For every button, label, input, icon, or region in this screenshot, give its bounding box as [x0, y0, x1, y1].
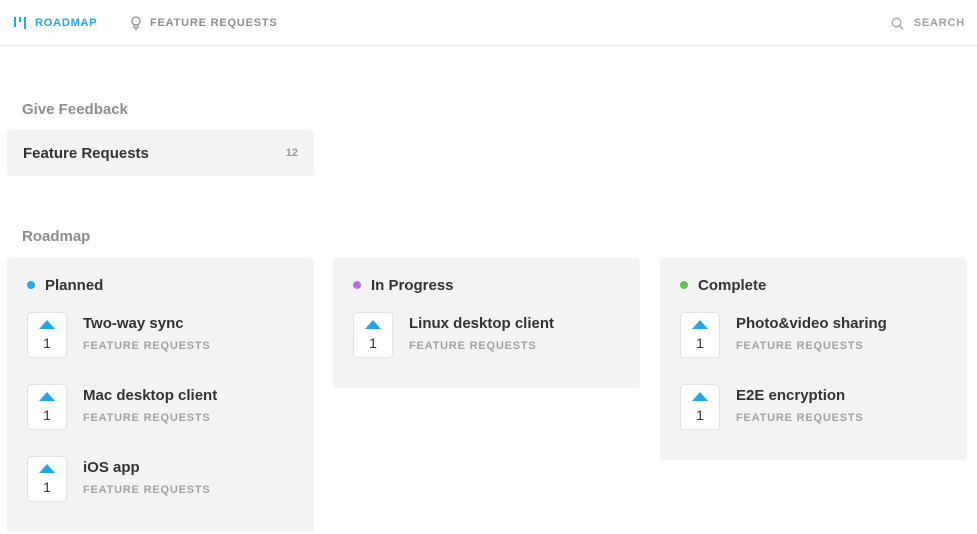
- roadmap-post: 1 iOS app FEATURE REQUESTS: [27, 456, 294, 528]
- post-board: FEATURE REQUESTS: [736, 412, 864, 424]
- upvote-button[interactable]: 1: [680, 312, 720, 358]
- vote-count: 1: [43, 334, 51, 351]
- search-icon: [891, 17, 904, 30]
- give-feedback-heading: Give Feedback: [22, 101, 128, 118]
- roadmap-post: 1 Photo&video sharing FEATURE REQUESTS: [680, 312, 947, 384]
- status-dot-complete: [680, 281, 688, 289]
- upvote-arrow-icon: [39, 463, 55, 473]
- board-post-count: 12: [285, 147, 298, 159]
- top-navigation: ROADMAP FEATURE REQUESTS SEARCH: [0, 0, 977, 46]
- roadmap-post: 1 E2E encryption FEATURE REQUESTS: [680, 384, 947, 456]
- upvote-button[interactable]: 1: [353, 312, 393, 358]
- status-dot-in-progress: [353, 281, 361, 289]
- column-header: Complete: [680, 258, 947, 312]
- post-title[interactable]: Linux desktop client: [409, 315, 554, 332]
- column-title: Planned: [45, 276, 104, 294]
- post-title[interactable]: iOS app: [83, 459, 211, 476]
- lightbulb-icon: [130, 16, 142, 30]
- vote-count: 1: [43, 478, 51, 495]
- roadmap-column-in-progress: In Progress 1 Linux desktop client FEATU…: [333, 258, 640, 388]
- vote-count: 1: [43, 406, 51, 423]
- upvote-arrow-icon: [39, 319, 55, 329]
- nav-feature-requests[interactable]: FEATURE REQUESTS: [130, 0, 278, 46]
- roadmap-icon: [13, 16, 27, 30]
- column-header: Planned: [27, 258, 294, 312]
- upvote-button[interactable]: 1: [680, 384, 720, 430]
- roadmap-heading: Roadmap: [22, 228, 91, 245]
- post-board: FEATURE REQUESTS: [83, 340, 211, 352]
- search-button[interactable]: SEARCH: [891, 0, 965, 46]
- upvote-arrow-icon: [692, 391, 708, 401]
- roadmap-column-complete: Complete 1 Photo&video sharing FEATURE R…: [660, 258, 967, 460]
- post-title[interactable]: Photo&video sharing: [736, 315, 887, 332]
- nav-feature-requests-label: FEATURE REQUESTS: [150, 17, 278, 29]
- post-board: FEATURE REQUESTS: [409, 340, 537, 352]
- upvote-arrow-icon: [692, 319, 708, 329]
- vote-count: 1: [696, 406, 704, 423]
- roadmap-post: 1 Two-way sync FEATURE REQUESTS: [27, 312, 294, 384]
- column-header: In Progress: [353, 258, 620, 312]
- post-title[interactable]: E2E encryption: [736, 387, 864, 404]
- upvote-button[interactable]: 1: [27, 456, 67, 502]
- status-dot-planned: [27, 281, 35, 289]
- search-label: SEARCH: [913, 17, 965, 29]
- vote-count: 1: [696, 334, 704, 351]
- upvote-arrow-icon: [365, 319, 381, 329]
- roadmap-column-planned: Planned 1 Two-way sync FEATURE REQUESTS …: [7, 258, 314, 532]
- roadmap-post: 1 Linux desktop client FEATURE REQUESTS: [353, 312, 620, 384]
- post-title[interactable]: Mac desktop client: [83, 387, 217, 404]
- upvote-arrow-icon: [39, 391, 55, 401]
- column-title: In Progress: [371, 276, 454, 294]
- vote-count: 1: [369, 334, 377, 351]
- post-board: FEATURE REQUESTS: [83, 484, 211, 496]
- nav-roadmap[interactable]: ROADMAP: [13, 0, 97, 46]
- post-title[interactable]: Two-way sync: [83, 315, 211, 332]
- roadmap-post: 1 Mac desktop client FEATURE REQUESTS: [27, 384, 294, 456]
- upvote-button[interactable]: 1: [27, 312, 67, 358]
- post-board: FEATURE REQUESTS: [83, 412, 211, 424]
- board-name: Feature Requests: [23, 144, 149, 162]
- nav-roadmap-label: ROADMAP: [35, 17, 98, 29]
- board-feature-requests[interactable]: Feature Requests 12: [7, 130, 314, 176]
- column-title: Complete: [698, 276, 767, 294]
- post-board: FEATURE REQUESTS: [736, 340, 864, 352]
- upvote-button[interactable]: 1: [27, 384, 67, 430]
